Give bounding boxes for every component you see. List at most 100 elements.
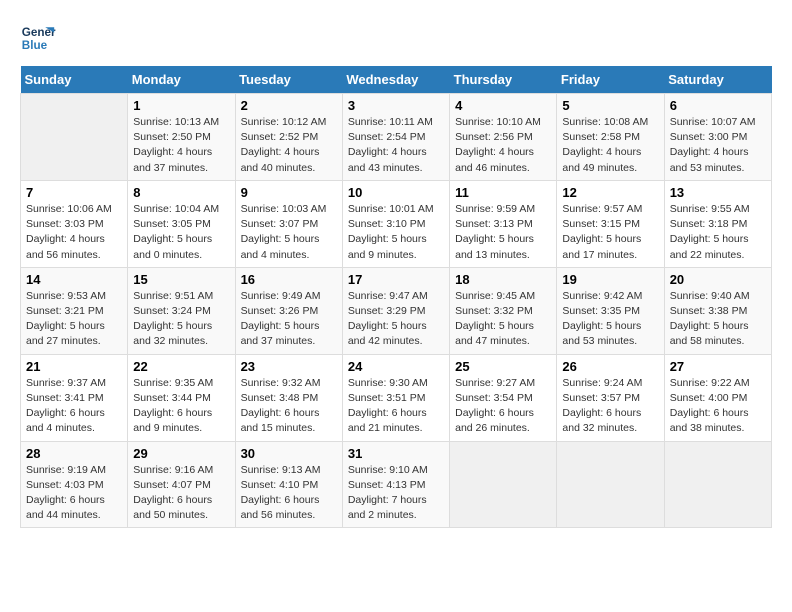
calendar-cell: 27 Sunrise: 9:22 AM Sunset: 4:00 PM Dayli… (664, 354, 771, 441)
calendar-cell (557, 441, 664, 528)
day-number: 18 (455, 272, 551, 287)
calendar-cell: 19 Sunrise: 9:42 AM Sunset: 3:35 PM Dayli… (557, 267, 664, 354)
calendar-cell: 3 Sunrise: 10:11 AM Sunset: 2:54 PM Dayli… (342, 94, 449, 181)
calendar-cell: 9Sunrise: 10:03 AM Sunset: 3:07 PM Dayli… (235, 180, 342, 267)
day-info: Sunrise: 10:06 AM Sunset: 3:03 PM Daylig… (26, 202, 122, 263)
day-header-tuesday: Tuesday (235, 66, 342, 94)
day-number: 14 (26, 272, 122, 287)
calendar-cell (450, 441, 557, 528)
day-info: Sunrise: 10:11 AM Sunset: 2:54 PM Daylig… (348, 115, 444, 176)
day-info: Sunrise: 9:24 AM Sunset: 3:57 PM Dayligh… (562, 376, 658, 437)
day-number: 25 (455, 359, 551, 374)
day-info: Sunrise: 9:13 AM Sunset: 4:10 PM Dayligh… (241, 463, 337, 524)
calendar-week-2: 7 Sunrise: 10:06 AM Sunset: 3:03 PM Dayli… (21, 180, 772, 267)
day-info: Sunrise: 9:37 AM Sunset: 3:41 PM Dayligh… (26, 376, 122, 437)
calendar-cell: 20 Sunrise: 9:40 AM Sunset: 3:38 PM Dayli… (664, 267, 771, 354)
day-number: 13 (670, 185, 766, 200)
day-number: 17 (348, 272, 444, 287)
calendar-cell: 6Sunrise: 10:07 AM Sunset: 3:00 PM Dayli… (664, 94, 771, 181)
day-number: 26 (562, 359, 658, 374)
day-info: Sunrise: 9:51 AM Sunset: 3:24 PM Dayligh… (133, 289, 229, 350)
day-header-saturday: Saturday (664, 66, 771, 94)
calendar-cell (664, 441, 771, 528)
day-info: Sunrise: 9:22 AM Sunset: 4:00 PM Dayligh… (670, 376, 766, 437)
day-info: Sunrise: 10:13 AM Sunset: 2:50 PM Daylig… (133, 115, 229, 176)
day-number: 2 (241, 98, 337, 113)
calendar-cell: 1Sunrise: 10:13 AM Sunset: 2:50 PM Dayli… (128, 94, 235, 181)
day-number: 10 (348, 185, 444, 200)
day-header-friday: Friday (557, 66, 664, 94)
day-number: 29 (133, 446, 229, 461)
day-info: Sunrise: 9:19 AM Sunset: 4:03 PM Dayligh… (26, 463, 122, 524)
page-header: General Blue (20, 20, 772, 56)
calendar-cell: 12Sunrise: 9:57 AM Sunset: 3:15 PM Dayli… (557, 180, 664, 267)
day-number: 20 (670, 272, 766, 287)
calendar-cell: 22 Sunrise: 9:35 AM Sunset: 3:44 PM Dayli… (128, 354, 235, 441)
calendar-cell: 30 Sunrise: 9:13 AM Sunset: 4:10 PM Dayli… (235, 441, 342, 528)
calendar-cell: 5 Sunrise: 10:08 AM Sunset: 2:58 PM Dayli… (557, 94, 664, 181)
calendar-cell: 11 Sunrise: 9:59 AM Sunset: 3:13 PM Dayli… (450, 180, 557, 267)
day-info: Sunrise: 10:01 AM Sunset: 3:10 PM Daylig… (348, 202, 444, 263)
calendar-cell: 17 Sunrise: 9:47 AM Sunset: 3:29 PM Dayli… (342, 267, 449, 354)
day-number: 16 (241, 272, 337, 287)
day-info: Sunrise: 9:27 AM Sunset: 3:54 PM Dayligh… (455, 376, 551, 437)
calendar-cell (21, 94, 128, 181)
calendar-cell: 29 Sunrise: 9:16 AM Sunset: 4:07 PM Dayli… (128, 441, 235, 528)
day-number: 19 (562, 272, 658, 287)
calendar-cell: 7 Sunrise: 10:06 AM Sunset: 3:03 PM Dayli… (21, 180, 128, 267)
day-number: 27 (670, 359, 766, 374)
day-number: 31 (348, 446, 444, 461)
day-number: 9 (241, 185, 337, 200)
calendar-cell: 10 Sunrise: 10:01 AM Sunset: 3:10 PM Dayl… (342, 180, 449, 267)
day-info: Sunrise: 9:35 AM Sunset: 3:44 PM Dayligh… (133, 376, 229, 437)
day-info: Sunrise: 10:12 AM Sunset: 2:52 PM Daylig… (241, 115, 337, 176)
calendar-cell: 15 Sunrise: 9:51 AM Sunset: 3:24 PM Dayli… (128, 267, 235, 354)
calendar-cell: 4Sunrise: 10:10 AM Sunset: 2:56 PM Dayli… (450, 94, 557, 181)
day-info: Sunrise: 9:59 AM Sunset: 3:13 PM Dayligh… (455, 202, 551, 263)
day-info: Sunrise: 9:49 AM Sunset: 3:26 PM Dayligh… (241, 289, 337, 350)
calendar-cell: 25 Sunrise: 9:27 AM Sunset: 3:54 PM Dayli… (450, 354, 557, 441)
day-number: 11 (455, 185, 551, 200)
day-number: 30 (241, 446, 337, 461)
day-number: 4 (455, 98, 551, 113)
calendar-cell: 8Sunrise: 10:04 AM Sunset: 3:05 PM Dayli… (128, 180, 235, 267)
calendar-cell: 13 Sunrise: 9:55 AM Sunset: 3:18 PM Dayli… (664, 180, 771, 267)
calendar-week-4: 21Sunrise: 9:37 AM Sunset: 3:41 PM Dayli… (21, 354, 772, 441)
day-info: Sunrise: 9:42 AM Sunset: 3:35 PM Dayligh… (562, 289, 658, 350)
calendar-cell: 28Sunrise: 9:19 AM Sunset: 4:03 PM Dayli… (21, 441, 128, 528)
day-number: 12 (562, 185, 658, 200)
calendar-week-1: 1Sunrise: 10:13 AM Sunset: 2:50 PM Dayli… (21, 94, 772, 181)
logo-icon: General Blue (20, 20, 56, 56)
day-info: Sunrise: 10:08 AM Sunset: 2:58 PM Daylig… (562, 115, 658, 176)
day-info: Sunrise: 10:07 AM Sunset: 3:00 PM Daylig… (670, 115, 766, 176)
calendar-table: SundayMondayTuesdayWednesdayThursdayFrid… (20, 66, 772, 528)
calendar-cell: 18 Sunrise: 9:45 AM Sunset: 3:32 PM Dayli… (450, 267, 557, 354)
day-info: Sunrise: 9:16 AM Sunset: 4:07 PM Dayligh… (133, 463, 229, 524)
day-info: Sunrise: 9:40 AM Sunset: 3:38 PM Dayligh… (670, 289, 766, 350)
day-number: 8 (133, 185, 229, 200)
calendar-week-3: 14Sunrise: 9:53 AM Sunset: 3:21 PM Dayli… (21, 267, 772, 354)
day-number: 15 (133, 272, 229, 287)
calendar-cell: 16 Sunrise: 9:49 AM Sunset: 3:26 PM Dayli… (235, 267, 342, 354)
day-number: 7 (26, 185, 122, 200)
day-info: Sunrise: 9:55 AM Sunset: 3:18 PM Dayligh… (670, 202, 766, 263)
svg-text:Blue: Blue (22, 39, 48, 52)
calendar-cell: 23 Sunrise: 9:32 AM Sunset: 3:48 PM Dayli… (235, 354, 342, 441)
day-info: Sunrise: 9:47 AM Sunset: 3:29 PM Dayligh… (348, 289, 444, 350)
day-info: Sunrise: 9:32 AM Sunset: 3:48 PM Dayligh… (241, 376, 337, 437)
day-header-monday: Monday (128, 66, 235, 94)
logo: General Blue (20, 20, 60, 56)
day-number: 3 (348, 98, 444, 113)
day-info: Sunrise: 9:10 AM Sunset: 4:13 PM Dayligh… (348, 463, 444, 524)
calendar-cell: 26 Sunrise: 9:24 AM Sunset: 3:57 PM Dayli… (557, 354, 664, 441)
calendar-cell: 24Sunrise: 9:30 AM Sunset: 3:51 PM Dayli… (342, 354, 449, 441)
day-number: 22 (133, 359, 229, 374)
calendar-cell: 14Sunrise: 9:53 AM Sunset: 3:21 PM Dayli… (21, 267, 128, 354)
day-number: 23 (241, 359, 337, 374)
day-info: Sunrise: 9:30 AM Sunset: 3:51 PM Dayligh… (348, 376, 444, 437)
day-info: Sunrise: 9:45 AM Sunset: 3:32 PM Dayligh… (455, 289, 551, 350)
day-number: 5 (562, 98, 658, 113)
day-header-sunday: Sunday (21, 66, 128, 94)
calendar-cell: 21Sunrise: 9:37 AM Sunset: 3:41 PM Dayli… (21, 354, 128, 441)
calendar-cell: 31 Sunrise: 9:10 AM Sunset: 4:13 PM Dayli… (342, 441, 449, 528)
